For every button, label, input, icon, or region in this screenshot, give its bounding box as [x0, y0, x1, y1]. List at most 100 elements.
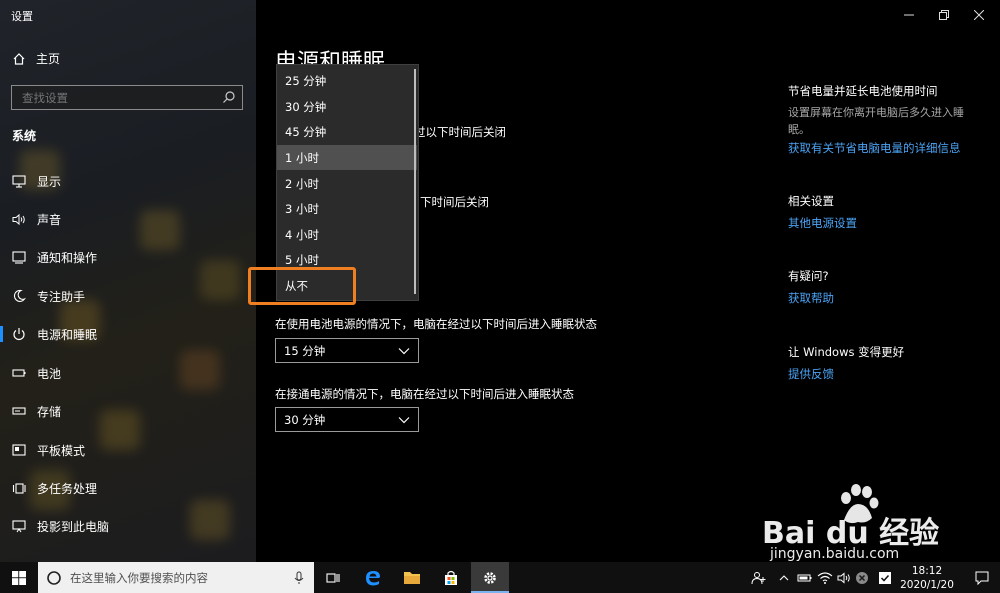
- sidebar-item-project-to-pc[interactable]: 投影到此电脑: [0, 507, 256, 545]
- screen-battery-label: 过以下时间后关闭: [414, 125, 506, 139]
- settings-taskbar-button[interactable]: [471, 562, 509, 593]
- dropdown-option[interactable]: 4 小时: [277, 222, 417, 247]
- sidebar-item-battery[interactable]: 电池: [0, 354, 256, 392]
- give-feedback-link[interactable]: 提供反馈: [788, 366, 834, 382]
- sidebar-item-tablet-mode[interactable]: 平板模式: [0, 431, 256, 469]
- get-help-link[interactable]: 获取帮助: [788, 290, 834, 306]
- additional-power-settings-link[interactable]: 其他电源设置: [788, 215, 857, 231]
- save-power-description: 设置屏幕在你离开电脑后多久进入睡眠。: [788, 106, 964, 136]
- volume-tray-button[interactable]: [836, 562, 852, 593]
- watermark-url: jingyan.baidu.com: [770, 546, 900, 562]
- notification-icon: [11, 249, 27, 265]
- clock-date: 2020/1/20: [900, 579, 954, 591]
- dropdown-option[interactable]: 30 分钟: [277, 94, 417, 119]
- sidebar-item-label: 多任务处理: [37, 481, 98, 496]
- taskbar-search-placeholder: 在这里输入你要搜索的内容: [70, 570, 208, 585]
- close-icon: [974, 10, 984, 20]
- sidebar: 主页 系统 显示 声音 通知和操作 专注助手 电源和睡眠 电池 存储 平板模式 …: [0, 0, 256, 562]
- improve-windows-heading: 让 Windows 变得更好: [788, 345, 905, 359]
- taskbar: 在这里输入你要搜索的内容 18:12 2020/1/20: [0, 562, 1000, 593]
- nav-home-label: 主页: [36, 52, 61, 66]
- wifi-tray-button[interactable]: [816, 562, 834, 593]
- edge-button[interactable]: [354, 562, 392, 593]
- battery-tray-icon: [797, 574, 812, 581]
- dropdown-option-selected[interactable]: 1 小时: [277, 145, 417, 170]
- people-button[interactable]: [748, 562, 770, 593]
- chevron-up-icon: [779, 574, 789, 580]
- settings-search[interactable]: [11, 85, 243, 110]
- sidebar-item-label: 平板模式: [37, 443, 86, 458]
- duration-dropdown-list[interactable]: 25 分钟 30 分钟 45 分钟 1 小时 2 小时 3 小时 4 小时 5 …: [276, 64, 419, 301]
- sidebar-item-storage[interactable]: 存储: [0, 392, 256, 430]
- action-center-button[interactable]: [876, 562, 894, 593]
- clock-time: 18:12: [911, 565, 943, 577]
- restore-icon: [939, 10, 949, 20]
- dropdown-option[interactable]: 2 小时: [277, 171, 417, 196]
- dropdown-option[interactable]: 45 分钟: [277, 119, 417, 144]
- dropdown-option[interactable]: 3 小时: [277, 196, 417, 221]
- close-button[interactable]: [956, 0, 1000, 30]
- sidebar-item-label: 电池: [37, 366, 62, 381]
- sleep-plugged-label: 在接通电源的情况下，电脑在经过以下时间后进入睡眠状态: [275, 387, 574, 401]
- task-view-icon: [326, 572, 340, 583]
- power-icon: [11, 326, 27, 342]
- sidebar-item-label: 声音: [37, 212, 62, 227]
- dropdown-option[interactable]: 25 分钟: [277, 68, 417, 93]
- sleep-battery-select[interactable]: 15 分钟: [275, 338, 419, 363]
- home-icon: [13, 52, 25, 65]
- sidebar-item-power-sleep[interactable]: 电源和睡眠: [0, 315, 256, 353]
- section-label: 系统: [12, 129, 37, 143]
- sleep-plugged-value: 30 分钟: [284, 412, 326, 427]
- save-power-link[interactable]: 获取有关节省电脑电量的详细信息: [788, 140, 961, 156]
- task-view-button[interactable]: [314, 562, 352, 593]
- sleep-plugged-select[interactable]: 30 分钟: [275, 407, 419, 432]
- notification-center-button[interactable]: [968, 562, 996, 593]
- multitask-icon: [11, 480, 27, 496]
- sidebar-item-sound[interactable]: 声音: [0, 200, 256, 238]
- sidebar-item-notifications[interactable]: 通知和操作: [0, 238, 256, 276]
- battery-icon: [11, 365, 27, 381]
- window-title: 设置: [11, 10, 33, 23]
- folder-icon: [404, 572, 420, 584]
- tablet-icon: [11, 442, 27, 458]
- moon-icon: [11, 288, 27, 304]
- sidebar-item-label: 显示: [37, 174, 62, 189]
- sidebar-item-focus-assist[interactable]: 专注助手: [0, 277, 256, 315]
- store-bag-icon: [445, 570, 457, 585]
- settings-search-input[interactable]: [12, 86, 212, 109]
- start-button[interactable]: [0, 562, 38, 593]
- monitor-icon: [11, 173, 27, 189]
- show-hidden-icons-button[interactable]: [776, 562, 792, 593]
- chevron-down-icon: [398, 416, 410, 423]
- dropdown-scrollbar[interactable]: [414, 69, 416, 294]
- taskbar-clock[interactable]: 18:12 2020/1/20: [898, 564, 956, 592]
- question-heading: 有疑问?: [788, 269, 829, 283]
- project-icon: [11, 518, 27, 534]
- sidebar-item-multitasking[interactable]: 多任务处理: [0, 469, 256, 507]
- search-icon[interactable]: [222, 90, 236, 104]
- taskbar-search-box[interactable]: 在这里输入你要搜索的内容: [38, 562, 314, 593]
- sidebar-item-label: 专注助手: [37, 289, 86, 304]
- sidebar-item-label: 存储: [37, 404, 62, 419]
- people-icon: [751, 571, 766, 584]
- annotation-highlight: [248, 267, 356, 305]
- store-button[interactable]: [432, 562, 470, 593]
- save-power-heading: 节省电量并延长电池使用时间: [788, 84, 938, 98]
- chevron-down-icon: [398, 347, 410, 354]
- windows-logo-icon: [12, 570, 26, 585]
- sidebar-item-label: 通知和操作: [37, 250, 98, 265]
- sleep-battery-value: 15 分钟: [284, 343, 326, 358]
- related-settings-heading: 相关设置: [788, 194, 834, 208]
- nav-home[interactable]: 主页: [12, 50, 60, 67]
- sidebar-item-display[interactable]: 显示: [0, 162, 256, 200]
- sidebar-item-label: 投影到此电脑: [37, 519, 110, 534]
- microphone-icon[interactable]: [294, 571, 304, 585]
- check-box-icon: [879, 571, 891, 584]
- baidu-watermark: Bai du 经验 jingyan.baidu.com: [762, 484, 972, 562]
- status-tray-button[interactable]: [854, 562, 870, 593]
- battery-tray-button[interactable]: [796, 562, 814, 593]
- file-explorer-button[interactable]: [393, 562, 431, 593]
- gear-icon: [484, 571, 496, 584]
- notification-center-icon: [975, 571, 989, 585]
- screen-plugged-label: 下时间后关闭: [420, 195, 489, 209]
